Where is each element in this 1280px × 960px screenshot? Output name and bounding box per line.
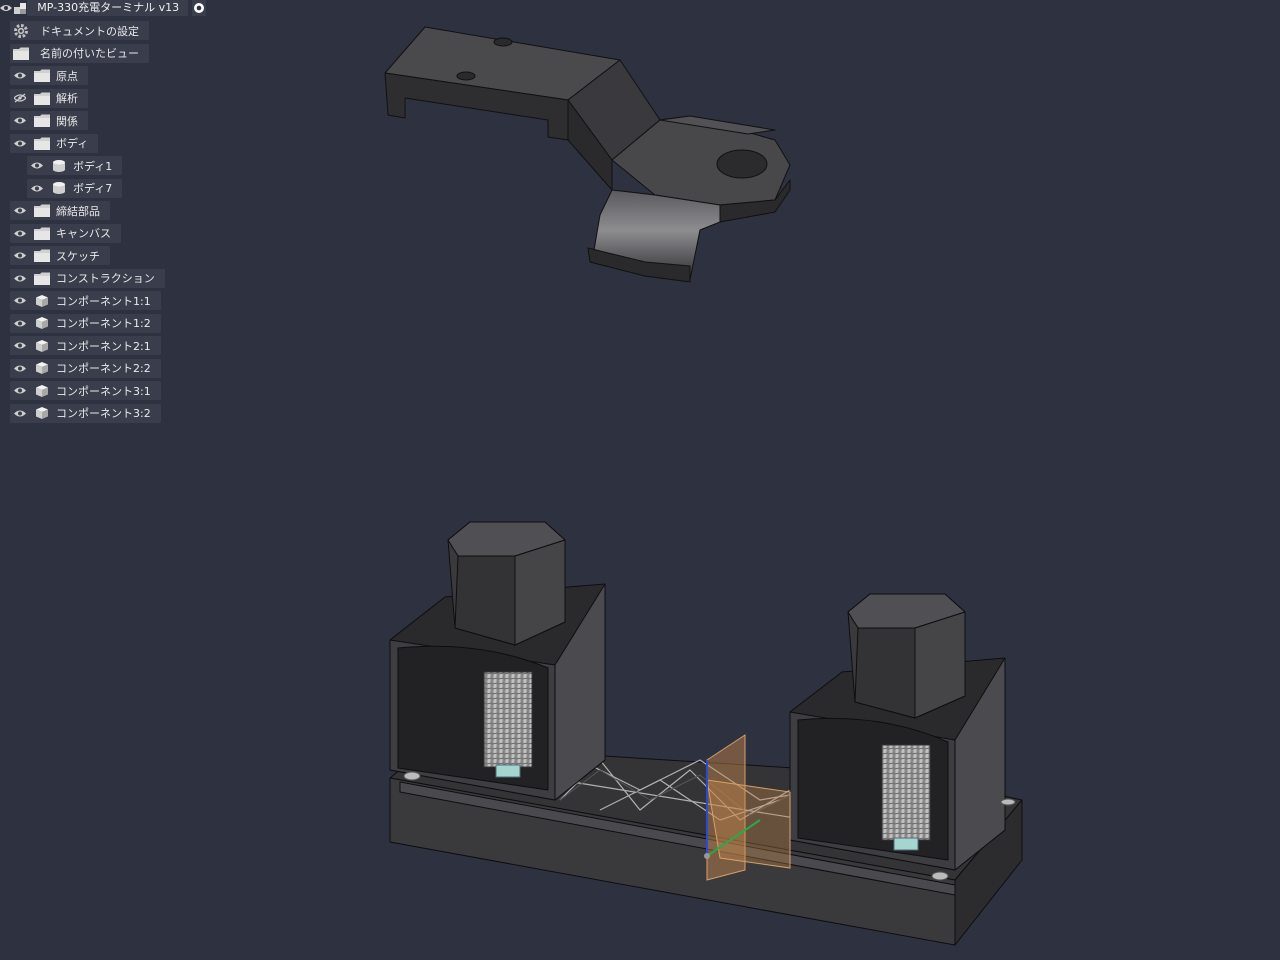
- browser-item[interactable]: コンポーネント2:2: [10, 358, 161, 378]
- folder-icon: [30, 111, 54, 130]
- browser-item[interactable]: 関係: [10, 111, 88, 130]
- eye-icon[interactable]: [0, 0, 12, 16]
- component-icon: [30, 314, 54, 333]
- body-icon: [47, 156, 71, 175]
- activate-radio-icon[interactable]: [192, 0, 206, 16]
- browser-item[interactable]: コンポーネント3:1: [10, 381, 161, 400]
- eye-icon[interactable]: [10, 246, 30, 265]
- component-icon: [12, 0, 27, 16]
- eye-icon[interactable]: [10, 314, 30, 333]
- eye-icon[interactable]: [10, 381, 30, 400]
- browser-item-label: 原点: [56, 69, 78, 83]
- eye-icon[interactable]: [10, 359, 30, 378]
- eye-icon[interactable]: [10, 269, 30, 288]
- eye-icon[interactable]: [10, 134, 30, 153]
- folder-icon: [30, 246, 54, 265]
- browser-item-label: コンポーネント2:2: [56, 362, 151, 375]
- browser-item[interactable]: 名前の付いたビュー: [10, 43, 149, 63]
- browser-item[interactable]: コンストラクション: [10, 268, 165, 288]
- browser-item[interactable]: コンポーネント1:1: [10, 291, 161, 310]
- browser-item[interactable]: ボディ1: [27, 156, 123, 175]
- browser-root-row[interactable]: MP-330充電ターミナル v13: [0, 0, 206, 16]
- 3d-viewport[interactable]: [0, 0, 1280, 960]
- browser-item-label: 締結部品: [56, 204, 100, 218]
- browser-item[interactable]: 解析: [10, 88, 88, 108]
- browser-item-label: 関係: [56, 114, 78, 128]
- eye-icon[interactable]: [10, 66, 30, 85]
- folder-icon: [30, 224, 54, 243]
- browser-item-label: コンポーネント2:1: [56, 339, 151, 353]
- folder-icon: [30, 89, 54, 108]
- browser-item[interactable]: スケッチ: [10, 246, 110, 265]
- eye-icon[interactable]: [10, 404, 30, 423]
- browser-item-label: ボディ7: [73, 182, 113, 195]
- origin-planes: [704, 734, 791, 881]
- browser-item[interactable]: 締結部品: [10, 201, 110, 220]
- eye-icon[interactable]: [27, 156, 47, 175]
- body-icon: [47, 179, 71, 198]
- browser-item[interactable]: キャンバス: [10, 223, 121, 243]
- browser-item-label: ドキュメントの設定: [40, 24, 139, 38]
- eye-icon[interactable]: [10, 291, 30, 310]
- browser-item[interactable]: ドキュメントの設定: [10, 21, 149, 40]
- folder-icon: [30, 66, 54, 85]
- eye-icon[interactable]: [27, 179, 47, 198]
- folder-icon: [30, 269, 54, 288]
- terminal-base-model[interactable]: [389, 521, 1023, 946]
- document-title[interactable]: MP-330充電ターミナル v13: [27, 0, 189, 16]
- eye-hidden-icon[interactable]: [10, 89, 30, 108]
- browser-item[interactable]: コンポーネント2:1: [10, 336, 161, 355]
- browser-item-label: コンポーネント3:1: [56, 384, 151, 398]
- browser-item-label: ボディ: [56, 137, 89, 150]
- folder-icon: [30, 201, 54, 220]
- browser-item-label: 名前の付いたビュー: [40, 47, 139, 60]
- browser-item[interactable]: 原点: [10, 66, 88, 85]
- browser-item-label: コンストラクション: [56, 272, 155, 285]
- eye-icon[interactable]: [10, 201, 30, 220]
- browser-item-label: 解析: [56, 92, 78, 105]
- browser-item-label: スケッチ: [56, 249, 100, 263]
- browser-item-label: コンポーネント1:1: [56, 294, 151, 308]
- browser-item[interactable]: コンポーネント3:2: [10, 403, 161, 423]
- component-icon: [30, 336, 54, 355]
- browser-item-label: コンポーネント3:2: [56, 407, 151, 420]
- browser-item[interactable]: ボディ: [10, 133, 99, 153]
- folder-icon: [30, 134, 54, 153]
- browser-item-label: キャンバス: [56, 227, 111, 240]
- browser-item[interactable]: ボディ7: [27, 178, 123, 198]
- browser-item-label: コンポーネント1:2: [56, 317, 151, 330]
- eye-icon[interactable]: [10, 336, 30, 355]
- browser-item-label: ボディ1: [73, 159, 113, 173]
- bracket-model[interactable]: [384, 26, 791, 283]
- browser-item[interactable]: コンポーネント1:2: [10, 313, 161, 333]
- folder-icon: [10, 44, 32, 63]
- component-icon: [30, 291, 54, 310]
- eye-icon[interactable]: [10, 111, 30, 130]
- component-icon: [30, 381, 54, 400]
- component-icon: [30, 359, 54, 378]
- component-icon: [30, 404, 54, 423]
- eye-icon[interactable]: [10, 224, 30, 243]
- gear-icon: [10, 21, 32, 40]
